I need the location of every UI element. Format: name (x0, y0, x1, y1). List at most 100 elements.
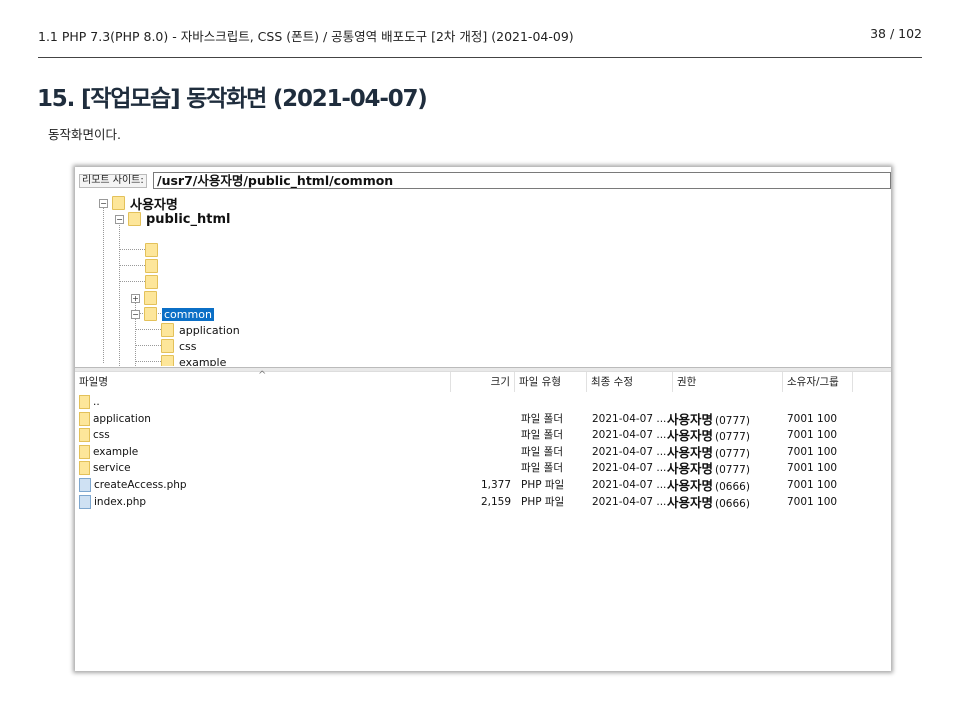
file-permission-cell-text: (0777) (715, 447, 750, 460)
file-type-cell-text: PHP 파일 (521, 479, 565, 491)
table-row[interactable]: index.php 2,159 PHP 파일 2021-04-07 ... 사용자명 (0… (75, 494, 891, 511)
collapse-icon[interactable]: − (115, 214, 124, 224)
file-modified-cell-text: 2021-04-07 ... (592, 412, 667, 425)
file-size-cell (451, 411, 511, 428)
table-row[interactable]: .. (75, 394, 891, 411)
tree-label: 사용자명 (130, 197, 178, 213)
remote-path-input[interactable]: /usr7/사용자명/public_html/common (153, 172, 891, 189)
file-type-cell: PHP 파일 (521, 494, 587, 511)
section-description: 동작화면이다. (48, 127, 121, 142)
folder-icon (128, 212, 141, 226)
file-modified-cell: 2021-04-07 ... (592, 411, 672, 428)
file-modified-cell: 2021-04-07 ... (592, 460, 672, 477)
table-row[interactable]: createAccess.php 1,377 PHP 파일 2021-04-07 ..… (75, 477, 891, 494)
tree-label-selected: common (162, 307, 214, 321)
file-size-cell-text: 2,159 (480, 495, 511, 508)
file-name-cell: createAccess.php (79, 477, 439, 494)
file-modified-cell: 2021-04-07 ... (592, 444, 672, 461)
owner-name: 사용자명 (667, 428, 714, 444)
table-row[interactable]: css 파일 폴더 2021-04-07 ... 사용자명 (0777) 7001 100 (75, 427, 891, 444)
file-size-cell (451, 460, 511, 477)
tree-node-common[interactable]: − common (131, 306, 214, 322)
file-type-cell: 파일 폴더 (521, 427, 587, 444)
table-row[interactable]: service 파일 폴더 2021-04-07 ... 사용자명 (0777) 7001… (75, 460, 891, 477)
file-modified-cell-text: 2021-04-07 ... (592, 495, 667, 508)
column-header-owner[interactable]: 소유자/그룹 (783, 372, 853, 392)
collapse-icon[interactable]: − (99, 198, 108, 208)
file-type-cell: 파일 폴더 (521, 460, 587, 477)
column-header-type[interactable]: 파일 유형 (515, 372, 587, 392)
file-type-cell: 파일 폴더 (521, 444, 587, 461)
file-type-cell (521, 394, 587, 411)
tree-node-public-html[interactable]: − public_html (115, 211, 230, 227)
file-size-cell-text: 1,377 (480, 479, 511, 491)
tree-node-application[interactable]: application (161, 322, 240, 338)
folder-icon (79, 461, 90, 476)
file-permission-cell-text: (0666) (715, 497, 750, 510)
table-row[interactable]: application 파일 폴더 2021-04-07 ... 사용자명 (0777)… (75, 411, 891, 428)
file-name-cell-text: service (93, 462, 131, 475)
tree-node-unnamed[interactable] (145, 242, 163, 258)
file-type-cell: 파일 폴더 (521, 411, 587, 428)
file-owner-group-cell: 7001 100 (787, 427, 857, 444)
file-name-cell-text: .. (93, 396, 100, 408)
expand-icon[interactable]: + (131, 293, 140, 303)
file-type-cell-text: 파일 폴더 (521, 412, 563, 425)
file-name-cell: index.php (79, 494, 439, 511)
page-number: 38 / 102 (870, 26, 922, 41)
file-permission-cell (667, 394, 787, 411)
file-name-cell: .. (79, 394, 439, 411)
file-permission-cell-text: (0777) (715, 464, 750, 477)
ftp-screenshot: 리모트 사이트: /usr7/사용자명/public_html/common −… (75, 167, 891, 671)
file-modified-cell: 2021-04-07 ... (592, 494, 672, 511)
column-header-size[interactable]: 크기 (451, 372, 515, 392)
file-owner-group-cell-text: 7001 100 (787, 412, 838, 425)
file-owner-group-cell: 7001 100 (787, 477, 857, 494)
folder-icon (161, 355, 174, 366)
tree-label: example (179, 355, 227, 367)
folder-icon (79, 411, 90, 426)
file-type-cell-text: PHP 파일 (521, 495, 565, 508)
file-size-cell (451, 444, 511, 461)
directory-tree: − 사용자명 − public_html + − common applicat… (75, 191, 891, 366)
column-header-modified[interactable]: 최종 수정 (587, 372, 673, 392)
collapse-icon[interactable]: − (131, 309, 140, 319)
php-file-icon (79, 494, 91, 509)
file-permission-cell: 사용자명 (0666) (667, 494, 787, 511)
column-header-permission[interactable]: 권한 (673, 372, 783, 392)
owner-name: 사용자명 (667, 411, 714, 427)
remote-site-label: 리모트 사이트: (79, 174, 147, 188)
table-row[interactable]: example 파일 폴더 2021-04-07 ... 사용자명 (0777) 7001… (75, 444, 891, 461)
file-name-cell-text: index.php (94, 495, 147, 508)
tree-node-root[interactable]: − 사용자명 (99, 195, 178, 213)
tree-node-css[interactable]: css (161, 338, 197, 354)
file-modified-cell (592, 394, 672, 411)
file-name-cell-text: example (93, 445, 139, 458)
tree-node-unnamed[interactable] (145, 274, 163, 290)
tree-node-unnamed[interactable]: + (131, 290, 162, 306)
file-owner-group-cell-text: 7001 100 (787, 429, 838, 442)
section-title: 15. [작업모습] 동작화면 (2021-04-07) (37, 86, 428, 112)
tree-label: public_html (146, 211, 231, 227)
owner-name: 사용자명 (667, 494, 714, 510)
folder-icon (161, 339, 174, 353)
file-owner-group-cell-text: 7001 100 (787, 479, 838, 491)
php-file-icon (79, 478, 91, 492)
file-name-cell: application (79, 411, 439, 428)
file-modified-cell-text: 2021-04-07 ... (592, 462, 667, 475)
file-owner-group-cell: 7001 100 (787, 460, 857, 477)
tree-label: application (179, 323, 240, 337)
file-type-cell-text: 파일 폴더 (521, 462, 563, 475)
folder-icon (112, 196, 125, 210)
file-type-cell-text: 파일 폴더 (521, 445, 563, 458)
folder-icon (145, 259, 158, 273)
tree-node-example[interactable]: example (161, 354, 226, 366)
file-permission-cell-text: (0666) (715, 481, 750, 493)
file-owner-group-cell: 7001 100 (787, 494, 857, 511)
file-type-cell-text: 파일 폴더 (521, 429, 563, 442)
file-modified-cell-text: 2021-04-07 ... (592, 479, 667, 491)
file-name-cell-text: css (93, 429, 110, 442)
tree-node-unnamed[interactable] (145, 258, 163, 274)
column-header-name[interactable]: 파일명 (75, 372, 451, 392)
file-permission-cell: 사용자명 (0777) (667, 460, 787, 477)
